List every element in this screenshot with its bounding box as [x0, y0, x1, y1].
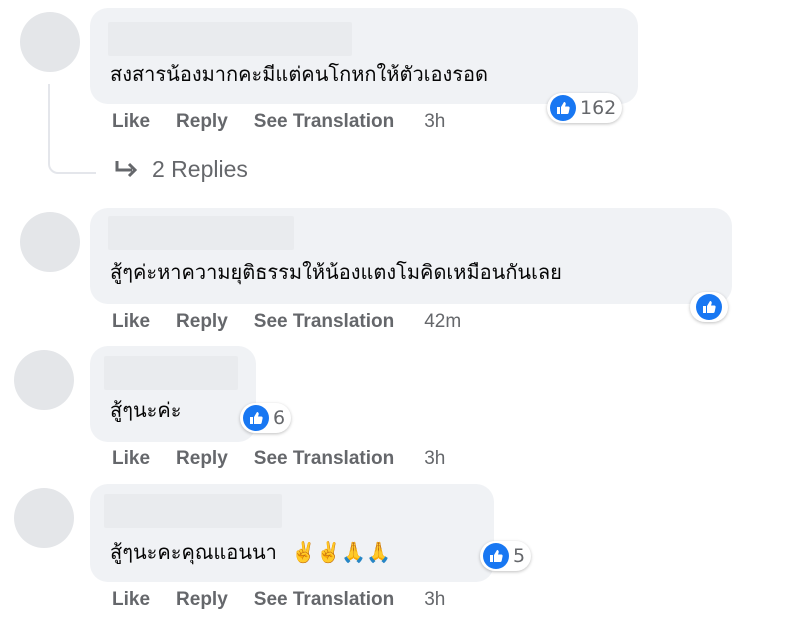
- see-translation-link[interactable]: See Translation: [254, 448, 394, 470]
- timestamp[interactable]: 3h: [424, 111, 445, 133]
- reaction-count[interactable]: 162: [547, 93, 623, 123]
- reply-button[interactable]: Reply: [176, 111, 228, 133]
- avatar[interactable]: [20, 12, 80, 72]
- reply-button[interactable]: Reply: [176, 311, 228, 333]
- reply-button[interactable]: Reply: [176, 448, 228, 470]
- timestamp[interactable]: 3h: [424, 589, 445, 611]
- avatar[interactable]: [14, 350, 74, 410]
- commenter-name[interactable]: [108, 216, 294, 250]
- comment-actions: Like Reply See Translation 3h: [112, 111, 445, 133]
- comment-actions: Like Reply See Translation 3h: [112, 589, 445, 611]
- reply-arrow-icon: [115, 160, 138, 177]
- reaction-count[interactable]: 6: [240, 403, 292, 433]
- commenter-name[interactable]: [104, 356, 238, 390]
- like-button[interactable]: Like: [112, 589, 150, 611]
- see-translation-link[interactable]: See Translation: [254, 311, 394, 333]
- reply-button[interactable]: Reply: [176, 589, 228, 611]
- thread-connector: [48, 84, 96, 174]
- reaction-count-value: 6: [273, 407, 286, 429]
- like-button[interactable]: Like: [112, 448, 150, 470]
- comment-text: สู้ๆนะคะคุณแอนนา ✌️✌️🙏🙏: [110, 538, 391, 566]
- comment-text-body: สู้ๆนะคะคุณแอนนา: [110, 540, 277, 564]
- reaction-count[interactable]: [690, 292, 728, 322]
- reaction-count-value: 5: [513, 545, 526, 567]
- thumbs-up-icon: [243, 405, 269, 431]
- like-button[interactable]: Like: [112, 111, 150, 133]
- comment-text: สู้ๆนะค่ะ: [110, 398, 182, 422]
- see-translation-link[interactable]: See Translation: [254, 589, 394, 611]
- avatar[interactable]: [14, 488, 74, 548]
- comment-actions: Like Reply See Translation 3h: [112, 448, 445, 470]
- avatar[interactable]: [20, 212, 80, 272]
- thumbs-up-icon: [483, 543, 509, 569]
- emoji-sequence: ✌️✌️🙏🙏: [291, 540, 391, 564]
- reaction-count[interactable]: 5: [480, 541, 532, 571]
- commenter-name[interactable]: [108, 22, 352, 56]
- reaction-count-value: 162: [580, 97, 617, 119]
- like-button[interactable]: Like: [112, 311, 150, 333]
- comment-text: สงสารน้องมากคะมีแต่คนโกหกให้ตัวเองรอด: [110, 62, 489, 86]
- timestamp[interactable]: 3h: [424, 448, 445, 470]
- comment-actions: Like Reply See Translation 42m: [112, 311, 461, 333]
- commenter-name[interactable]: [104, 494, 282, 528]
- view-replies-link[interactable]: 2 Replies: [114, 156, 248, 183]
- replies-count: 2 Replies: [152, 156, 248, 182]
- thumbs-up-icon: [696, 294, 722, 320]
- thumbs-up-icon: [550, 95, 576, 121]
- comment-text: สู้ๆค่ะหาความยุติธรรมให้น้องแตงโมคิดเหมื…: [110, 260, 562, 284]
- see-translation-link[interactable]: See Translation: [254, 111, 394, 133]
- timestamp[interactable]: 42m: [424, 311, 461, 333]
